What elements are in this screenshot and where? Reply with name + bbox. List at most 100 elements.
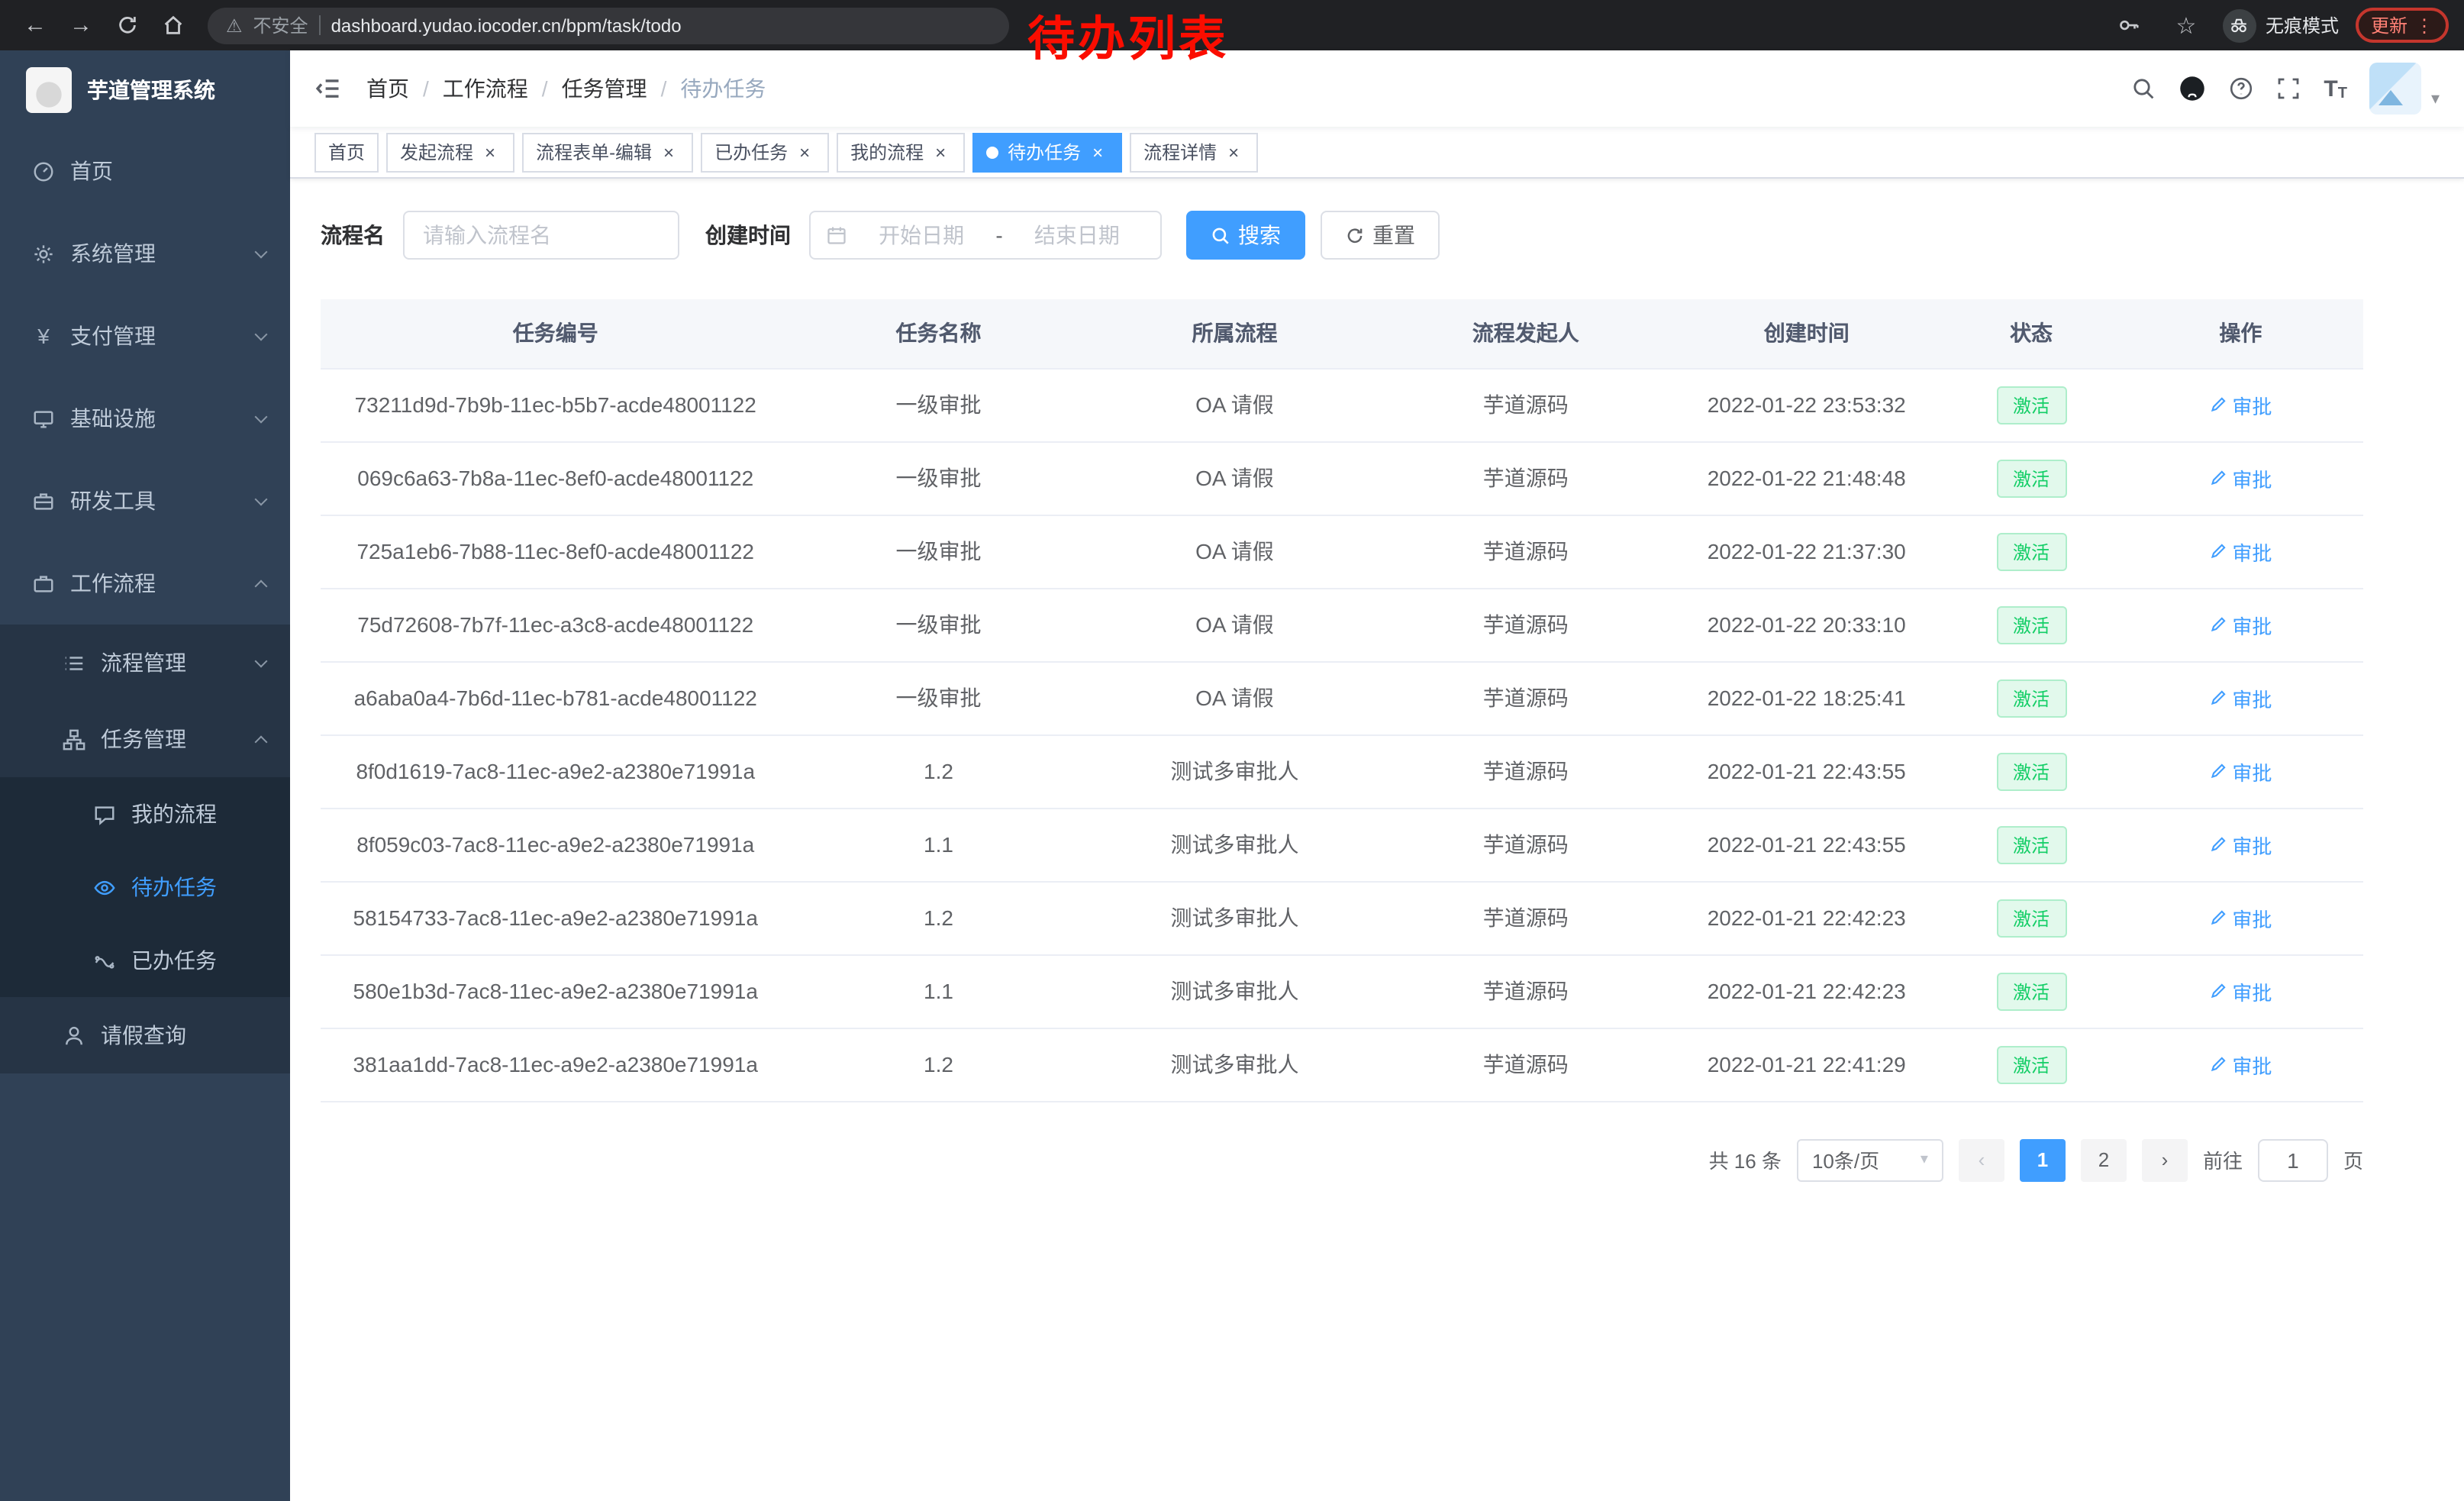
cell-starter: 芋道源码: [1382, 588, 1669, 661]
bookmark-star-icon[interactable]: ☆: [2166, 5, 2206, 45]
cell-create-time: 2022-01-21 22:42:23: [1669, 954, 1944, 1028]
font-size-icon[interactable]: TT: [2324, 76, 2347, 102]
sidebar-item-workflow[interactable]: 工作流程: [0, 542, 290, 625]
approve-link[interactable]: 审批: [2209, 537, 2272, 566]
browser-reload-icon[interactable]: [107, 5, 147, 45]
cell-task-id: 069c6a63-7b8a-11ec-8ef0-acde48001122: [321, 441, 790, 515]
update-button[interactable]: 更新 ⋮: [2356, 8, 2449, 43]
sidebar-label: 首页: [70, 156, 113, 186]
tab-form-edit[interactable]: 流程表单-编辑 ×: [522, 132, 693, 172]
approve-link[interactable]: 审批: [2209, 683, 2272, 712]
close-icon[interactable]: ×: [794, 141, 815, 163]
browser-forward-icon[interactable]: →: [61, 5, 101, 45]
avatar-caret-icon[interactable]: ▾: [2431, 89, 2440, 108]
monitor-icon: [31, 407, 56, 430]
browser-chrome: ← → ⚠ 不安全 dashboard.yudao.iocoder.cn/bpm…: [0, 0, 2464, 50]
sidebar-item-home[interactable]: 首页: [0, 130, 290, 212]
page-url[interactable]: dashboard.yudao.iocoder.cn/bpm/task/todo: [331, 15, 682, 36]
prev-page-button[interactable]: ‹: [1959, 1138, 2004, 1181]
tags-view: 首页 发起流程 × 流程表单-编辑 × 已办任务 × 我的流程 ×: [290, 127, 2464, 179]
breadcrumb-task-mgmt[interactable]: 任务管理: [562, 73, 647, 104]
search-button[interactable]: 搜索: [1186, 211, 1305, 260]
sidebar-item-system[interactable]: 系统管理: [0, 212, 290, 295]
tab-process-detail[interactable]: 流程详情 ×: [1130, 132, 1258, 172]
cell-task-id: 580e1b3d-7ac8-11ec-a9e2-a2380e71991a: [321, 954, 790, 1028]
top-navbar: 首页 / 工作流程 / 任务管理 / 待办任务: [290, 50, 2464, 127]
search-icon[interactable]: [2131, 76, 2156, 101]
github-icon[interactable]: [2179, 75, 2206, 102]
page-size-select[interactable]: 10条/页 ▾: [1797, 1138, 1943, 1181]
security-label[interactable]: 不安全: [253, 12, 308, 38]
approve-link[interactable]: 审批: [2209, 903, 2272, 932]
tab-home[interactable]: 首页: [314, 132, 379, 172]
cell-process: OA 请假: [1086, 661, 1382, 734]
close-icon[interactable]: ×: [1087, 141, 1108, 163]
col-task-id: 任务编号: [321, 299, 790, 368]
next-page-button[interactable]: ›: [2142, 1138, 2188, 1181]
cell-starter: 芋道源码: [1382, 441, 1669, 515]
sidebar-item-infra[interactable]: 基础设施: [0, 377, 290, 460]
close-icon[interactable]: ×: [479, 141, 501, 163]
app-title: 芋道管理系统: [87, 75, 215, 105]
sidebar-item-done-task[interactable]: 已办任务: [0, 924, 290, 997]
cell-starter: 芋道源码: [1382, 881, 1669, 954]
cell-starter: 芋道源码: [1382, 734, 1669, 808]
cell-task-name: 一级审批: [790, 515, 1086, 588]
approve-link[interactable]: 审批: [2209, 1050, 2272, 1079]
cell-starter: 芋道源码: [1382, 1028, 1669, 1101]
help-icon[interactable]: [2229, 76, 2253, 101]
password-key-icon[interactable]: [2110, 5, 2150, 45]
approve-link[interactable]: 审批: [2209, 976, 2272, 1006]
browser-back-icon[interactable]: ←: [15, 5, 55, 45]
goto-page-input[interactable]: [2258, 1138, 2328, 1181]
cell-task-name: 一级审批: [790, 441, 1086, 515]
sidebar-item-task-mgmt[interactable]: 任务管理: [0, 701, 290, 777]
create-time-label: 创建时间: [705, 220, 791, 250]
fullscreen-icon[interactable]: [2276, 76, 2301, 101]
sidebar-item-leave-query[interactable]: 请假查询: [0, 997, 290, 1073]
page-button-2[interactable]: 2: [2081, 1138, 2127, 1181]
date-range-picker[interactable]: 开始日期 - 结束日期: [809, 211, 1162, 260]
cell-create-time: 2022-01-22 21:37:30: [1669, 515, 1944, 588]
close-icon[interactable]: ×: [930, 141, 951, 163]
approve-label: 审批: [2232, 757, 2272, 786]
approve-link[interactable]: 审批: [2209, 463, 2272, 492]
sidebar-collapse-icon[interactable]: [314, 75, 342, 102]
tab-todo-task[interactable]: 待办任务 ×: [972, 132, 1122, 172]
sidebar-label: 系统管理: [70, 238, 156, 269]
approve-link[interactable]: 审批: [2209, 757, 2272, 786]
address-bar[interactable]: ⚠ 不安全 dashboard.yudao.iocoder.cn/bpm/tas…: [208, 7, 1009, 44]
breadcrumb-home[interactable]: 首页: [366, 73, 409, 104]
approve-link[interactable]: 审批: [2209, 390, 2272, 419]
tab-start-process[interactable]: 发起流程 ×: [386, 132, 514, 172]
goto-label: 前往: [2203, 1145, 2243, 1174]
sidebar-item-pay[interactable]: ¥ 支付管理: [0, 295, 290, 377]
cell-task-id: 381aa1dd-7ac8-11ec-a9e2-a2380e71991a: [321, 1028, 790, 1101]
page-button-1[interactable]: 1: [2020, 1138, 2066, 1181]
sidebar-item-my-process[interactable]: 我的流程: [0, 777, 290, 851]
process-name-input[interactable]: [403, 211, 679, 260]
sidebar-item-dev[interactable]: 研发工具: [0, 460, 290, 542]
app-logo: [26, 67, 72, 113]
tab-my-process[interactable]: 我的流程 ×: [837, 132, 965, 172]
sidebar-item-todo-task[interactable]: 待办任务: [0, 851, 290, 924]
tab-done-task[interactable]: 已办任务 ×: [701, 132, 829, 172]
approve-link[interactable]: 审批: [2209, 610, 2272, 639]
reset-button[interactable]: 重置: [1321, 211, 1440, 260]
close-icon[interactable]: ×: [658, 141, 679, 163]
approve-link[interactable]: 审批: [2209, 830, 2272, 859]
user-avatar[interactable]: [2370, 63, 2422, 115]
cell-create-time: 2022-01-22 23:53:32: [1669, 368, 1944, 441]
browser-menu-icon[interactable]: ⋮: [2415, 15, 2433, 36]
person-icon: [61, 1024, 87, 1047]
browser-home-icon[interactable]: [153, 5, 192, 45]
sidebar-item-process-mgmt[interactable]: 流程管理: [0, 625, 290, 701]
close-icon[interactable]: ×: [1223, 141, 1244, 163]
cell-starter: 芋道源码: [1382, 661, 1669, 734]
col-create-time: 创建时间: [1669, 299, 1944, 368]
cell-starter: 芋道源码: [1382, 515, 1669, 588]
breadcrumb-workflow[interactable]: 工作流程: [443, 73, 528, 104]
app-logo-row[interactable]: 芋道管理系统: [0, 50, 290, 130]
screen: ← → ⚠ 不安全 dashboard.yudao.iocoder.cn/bpm…: [0, 0, 2464, 1501]
status-badge: 激活: [1996, 386, 2066, 424]
